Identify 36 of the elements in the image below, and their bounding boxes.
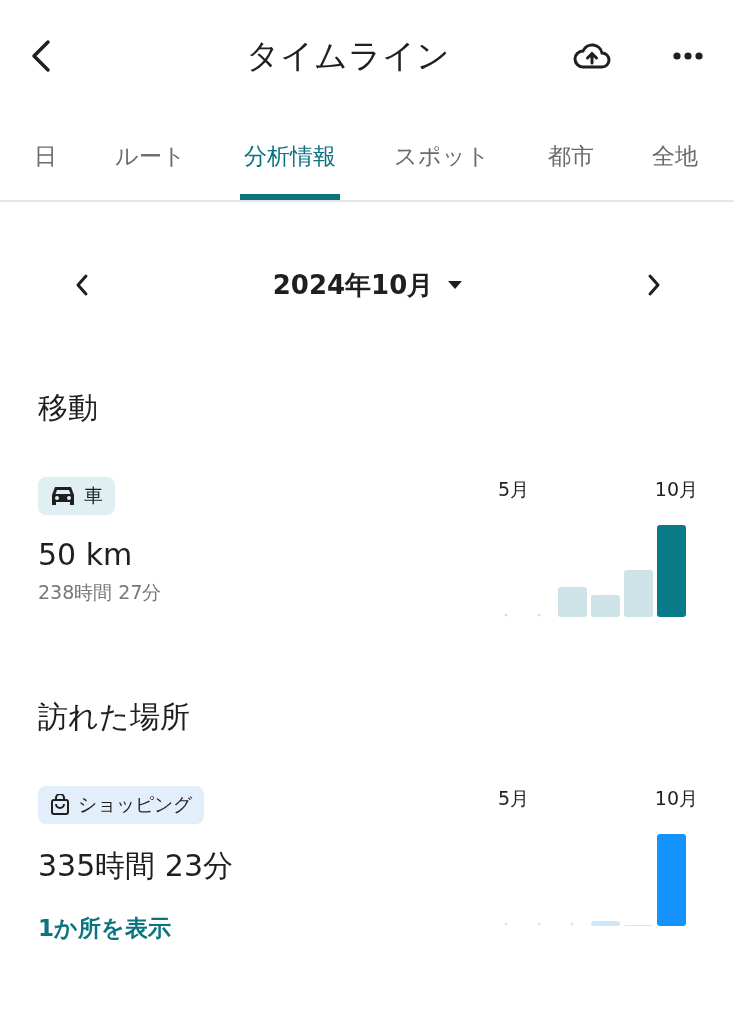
shopping-bag-icon [50,794,70,816]
month-bar [558,587,587,617]
category-label: 車 [84,483,103,508]
tab[interactable]: 日 [30,112,61,200]
tab[interactable]: ルート [111,112,190,200]
month-label: 10月 [654,786,698,811]
empty-month-dot [537,613,541,617]
month-dropdown[interactable]: 2024年10月 [272,267,464,303]
section-heading: 移動 [38,389,99,427]
tab[interactable]: 分析情報 [240,112,340,200]
month-bar [624,570,653,617]
total-value: 50 km [38,537,133,572]
previous-month-button[interactable] [74,273,90,297]
empty-month-dot [504,613,508,617]
month-bar [591,921,620,926]
empty-month-dot [537,922,541,926]
category-label: ショッピング [78,792,192,817]
caret-icon [447,280,464,290]
month-label: 5月 [498,477,530,502]
section-heading: 訪れた場所 [38,698,191,736]
empty-month-dot [504,922,508,926]
month-bar [591,595,620,617]
more-options-button[interactable] [672,51,704,61]
screen-title: タイムライン [245,34,451,77]
next-month-button[interactable] [646,273,662,297]
duration-text: 238時間 27分 [38,580,162,605]
month-label: 10月 [654,477,698,502]
cloud-upload-button[interactable] [572,41,612,71]
show-places-link[interactable]: 1か所を表示 [38,913,171,944]
month-label: 5月 [498,786,530,811]
car-icon [50,485,76,507]
empty-month-dot [570,922,574,926]
tab[interactable]: スポット [390,112,494,200]
tab[interactable]: 全地 [648,112,702,200]
tab[interactable]: 都市 [544,112,598,200]
total-value: 335時間 23分 [38,847,233,885]
